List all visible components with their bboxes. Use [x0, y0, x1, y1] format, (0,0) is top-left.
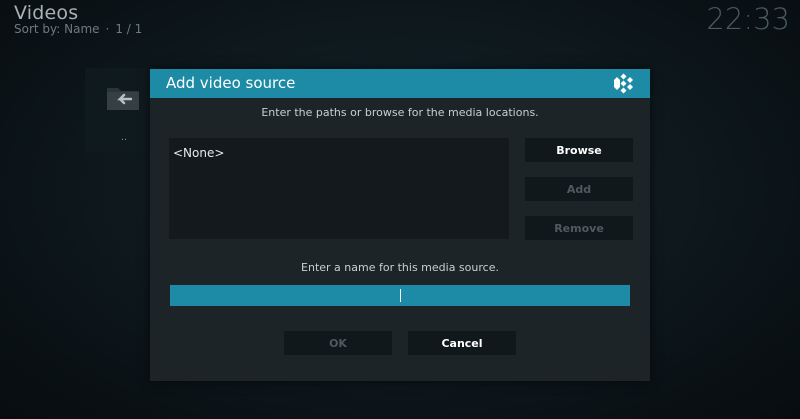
remove-button[interactable]: Remove [525, 216, 633, 240]
text-caret [399, 289, 401, 302]
clock: 22:33 [706, 2, 790, 36]
window-title: Videos [14, 2, 79, 24]
source-name-input[interactable] [170, 285, 630, 306]
add-button[interactable]: Add [525, 177, 633, 201]
ok-button[interactable]: OK [284, 331, 392, 355]
folder-back-icon [107, 88, 139, 110]
browse-button[interactable]: Browse [525, 138, 633, 162]
cancel-button[interactable]: Cancel [408, 331, 516, 355]
paths-instruction: Enter the paths or browse for the media … [261, 106, 539, 119]
sort-separator: · [105, 22, 110, 36]
dialog-header: Add video source [150, 69, 650, 98]
sort-label: Sort by: Name [14, 22, 100, 36]
source-name-label: Enter a name for this media source. [301, 261, 499, 274]
paths-list[interactable]: <None> [169, 138, 509, 239]
page-info: 1 / 1 [115, 22, 143, 36]
sort-info: Sort by: Name · 1 / 1 [14, 22, 142, 36]
dialog-title: Add video source [166, 74, 296, 92]
kodi-logo-icon [614, 73, 633, 94]
path-item[interactable]: <None> [173, 146, 224, 160]
add-video-source-dialog: Add video source Enter the paths or brow… [150, 69, 650, 381]
